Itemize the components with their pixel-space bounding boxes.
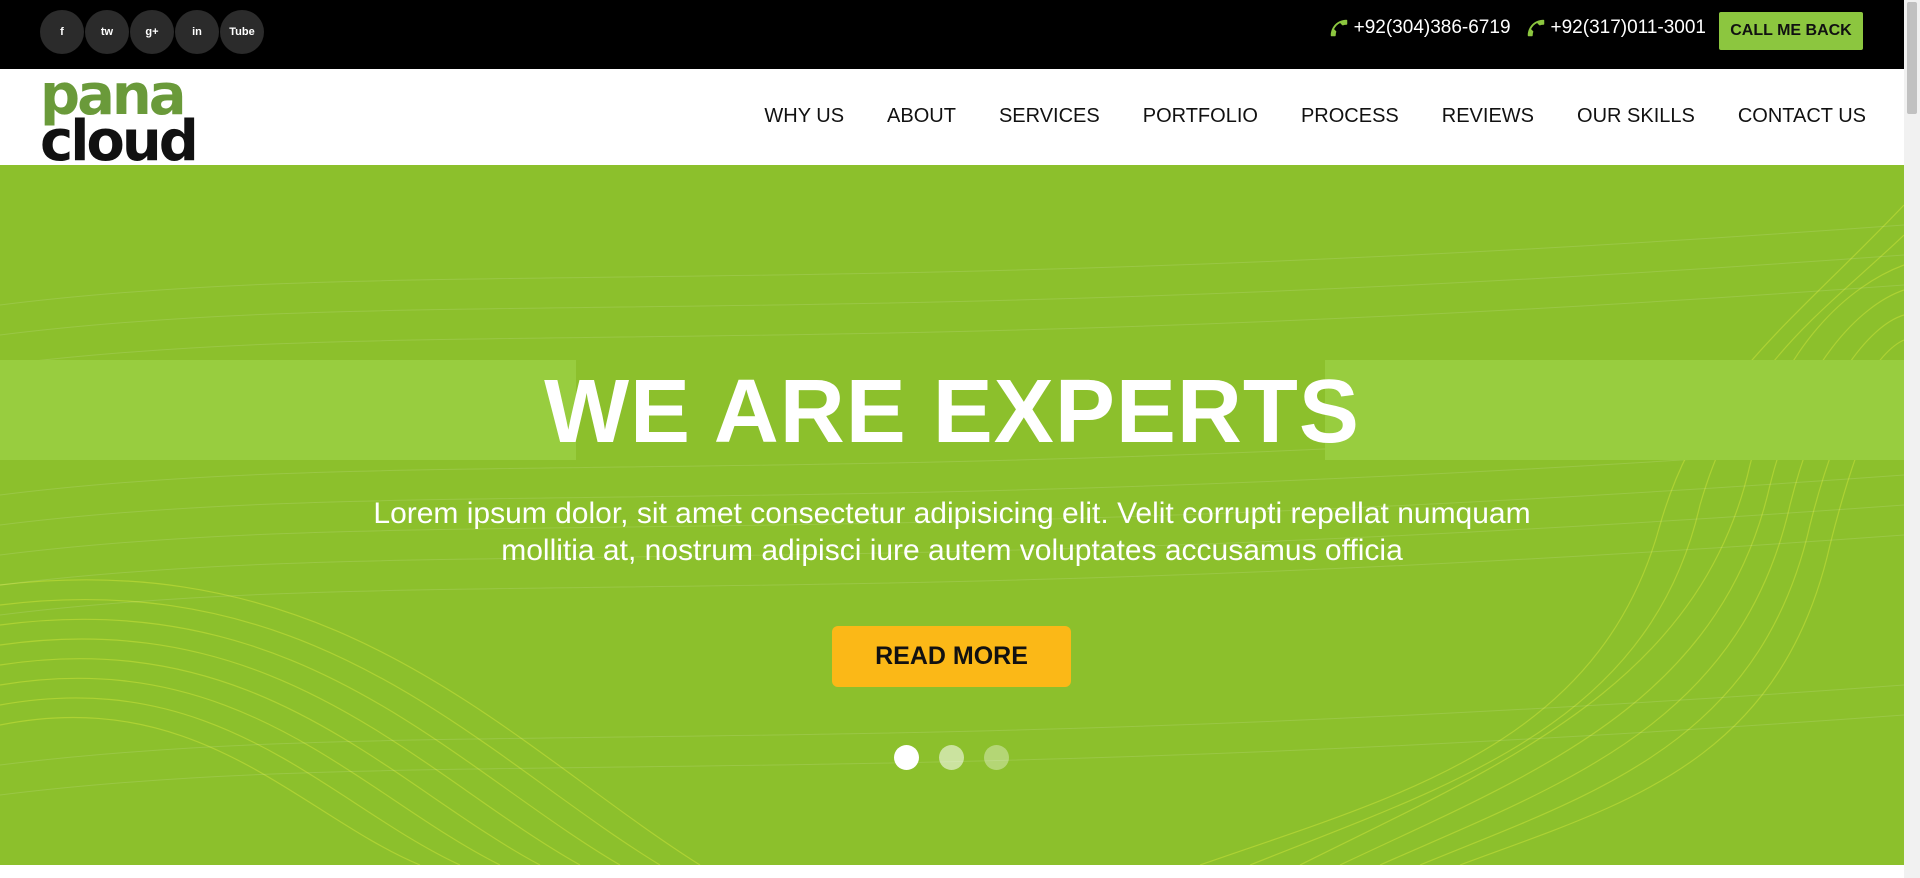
phone-numbers: +92(304)386-6719 +92(317)011-3001 xyxy=(1328,17,1706,39)
slider-dot-1[interactable] xyxy=(894,745,919,770)
scrollbar-thumb[interactable] xyxy=(1907,2,1917,114)
nav-bar: pana cloud WHY US ABOUT SERVICES PORTFOL… xyxy=(0,63,1904,174)
phone-1-text: +92(304)386-6719 xyxy=(1353,17,1511,38)
nav-process[interactable]: PROCESS xyxy=(1301,105,1399,128)
panacloud-logo[interactable]: pana cloud xyxy=(40,63,220,174)
twitter-icon[interactable]: tw xyxy=(85,10,129,54)
slider-dot-2[interactable] xyxy=(939,745,964,770)
nav-why-us[interactable]: WHY US xyxy=(764,105,844,128)
slider-dots xyxy=(894,745,1009,770)
linkedin-icon[interactable]: in xyxy=(175,10,219,54)
page: f tw g+ in Tube +92(304)386-6719 +92(317… xyxy=(0,0,1920,878)
google-plus-icon[interactable]: g+ xyxy=(130,10,174,54)
hero-title: WE ARE EXPERTS xyxy=(544,362,1360,462)
phone-2-text: +92(317)011-3001 xyxy=(1550,17,1706,38)
nav-our-skills[interactable]: OUR SKILLS xyxy=(1577,105,1695,128)
nav-services[interactable]: SERVICES xyxy=(999,105,1100,128)
main-menu: WHY US ABOUT SERVICES PORTFOLIO PROCESS … xyxy=(764,105,1866,128)
slider-dot-3[interactable] xyxy=(984,745,1009,770)
social-links: f tw g+ in Tube xyxy=(40,10,264,54)
youtube-icon[interactable]: Tube xyxy=(220,10,264,54)
phone-icon xyxy=(1328,17,1350,39)
top-bar: f tw g+ in Tube +92(304)386-6719 +92(317… xyxy=(0,0,1904,69)
phone-2[interactable]: +92(317)011-3001 xyxy=(1525,17,1706,39)
phone-icon xyxy=(1525,17,1547,39)
call-me-back-button[interactable]: CALL ME BACK xyxy=(1719,12,1863,50)
facebook-icon[interactable]: f xyxy=(40,10,84,54)
phone-1[interactable]: +92(304)386-6719 xyxy=(1328,17,1511,39)
nav-reviews[interactable]: REVIEWS xyxy=(1442,105,1534,128)
svg-text:cloud: cloud xyxy=(40,109,196,162)
read-more-button[interactable]: READ MORE xyxy=(832,626,1071,687)
nav-contact-us[interactable]: CONTACT US xyxy=(1738,105,1866,128)
nav-portfolio[interactable]: PORTFOLIO xyxy=(1143,105,1258,128)
hero-description: Lorem ipsum dolor, sit amet consectetur … xyxy=(373,497,1531,567)
nav-about[interactable]: ABOUT xyxy=(887,105,956,128)
page-scrollbar[interactable] xyxy=(1904,0,1920,878)
main-content: f tw g+ in Tube +92(304)386-6719 +92(317… xyxy=(0,0,1904,878)
hero-slider: WE ARE EXPERTS Lorem ipsum dolor, sit am… xyxy=(0,165,1904,865)
